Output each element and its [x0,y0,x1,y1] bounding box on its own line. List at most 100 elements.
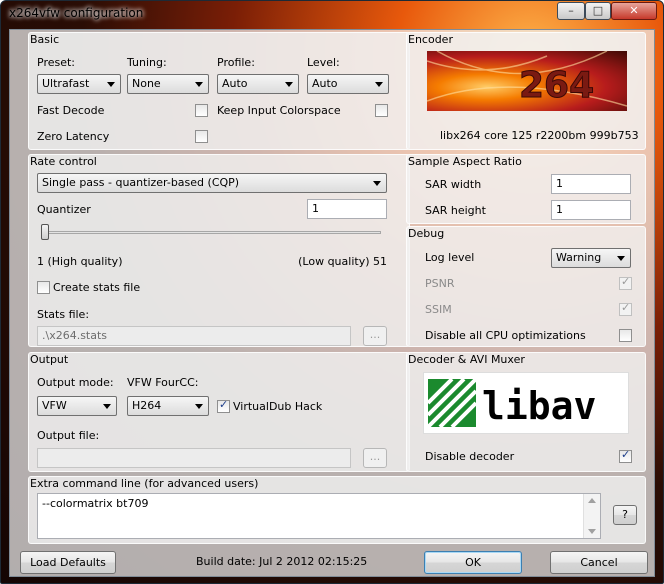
basic-group: Basic Preset: Ultrafast Tuning: None Pro… [28,32,410,150]
vdub-hack-label: VirtualDub Hack [233,400,323,413]
output-browse-button[interactable]: ... [363,448,387,468]
output-title: Output [30,353,69,366]
sar-width-field[interactable]: 1 [551,174,631,194]
sar-title: Sample Aspect Ratio [408,155,522,168]
cancel-button[interactable]: Cancel [550,551,648,574]
profile-select[interactable]: Auto [217,74,299,94]
build-date-label: Build date: Jul 2 2012 02:15:25 [196,555,368,568]
log-level-value: Warning [556,251,602,264]
preset-select[interactable]: Ultrafast [37,74,121,94]
load-defaults-button[interactable]: Load Defaults [20,551,116,574]
fourcc-label: VFW FourCC: [127,376,199,389]
tuning-select[interactable]: None [127,74,209,94]
chevron-down-icon [195,82,203,87]
ssim-label: SSIM [425,303,452,316]
chevron-down-icon [617,256,625,261]
chevron-down-icon [375,82,383,87]
disable-cpu-checkbox[interactable] [619,329,632,342]
profile-label: Profile: [217,56,255,69]
scroll-up-icon[interactable] [588,498,596,503]
encoder-group: Encoder 264 libx264 core 125 r2200bm 999… [406,32,646,150]
quantizer-slider-thumb[interactable] [41,224,49,240]
rate-mode-value: Single pass - quantizer-based (CQP) [42,176,240,189]
extra-cmdline-scrollbar[interactable] [583,494,600,538]
output-file-label: Output file: [37,429,100,442]
output-group: Output Output mode: VFW VFW FourCC: H264… [28,352,410,472]
preset-label: Preset: [37,56,76,69]
fast-decode-label: Fast Decode [37,104,105,117]
disable-cpu-label: Disable all CPU optimizations [425,329,586,342]
keep-colorspace-checkbox[interactable] [375,104,388,117]
chevron-down-icon [373,181,381,186]
vdub-hack-checkbox[interactable] [217,398,230,413]
stats-file-field[interactable]: .\x264.stats [37,326,351,346]
disable-decoder-checkbox[interactable] [619,448,632,463]
chevron-down-icon [107,82,115,87]
ssim-checkbox[interactable] [619,301,632,316]
keep-colorspace-label: Keep Input Colorspace [217,104,341,117]
sar-width-label: SAR width [425,178,482,191]
quantizer-slider-track[interactable] [41,231,381,234]
tuning-label: Tuning: [127,56,167,69]
extra-cmdline-text: --colormatrix bt709 [42,497,149,510]
decoder-title: Decoder & AVI Muxer [408,353,525,366]
psnr-label: PSNR [425,277,455,290]
dialog-client: Basic Preset: Ultrafast Tuning: None Pro… [9,29,655,577]
libav-logo-graphic: libav [426,377,596,429]
close-button[interactable]: ✕ [611,2,657,20]
decoder-group: Decoder & AVI Muxer libav Disable decode… [406,352,646,472]
fast-decode-checkbox[interactable] [195,104,208,117]
fourcc-value: H264 [132,399,162,412]
basic-title: Basic [30,33,60,46]
x264-logo: 264 [427,51,627,111]
create-stats-checkbox[interactable] [37,281,50,294]
quantizer-field[interactable]: 1 [307,199,387,219]
rate-control-title: Rate control [30,155,97,168]
help-button[interactable]: ? [613,505,637,525]
debug-title: Debug [408,227,445,240]
quantizer-max-label: (Low quality) 51 [298,255,387,268]
ok-button[interactable]: OK [424,551,522,574]
create-stats-label: Create stats file [53,281,141,294]
rate-mode-select[interactable]: Single pass - quantizer-based (CQP) [37,173,387,193]
level-select[interactable]: Auto [307,74,389,94]
extra-cmdline-input[interactable]: --colormatrix bt709 [37,493,601,539]
fourcc-select[interactable]: H264 [127,396,209,416]
sar-group: Sample Aspect Ratio SAR width 1 SAR heig… [406,154,646,224]
zero-latency-checkbox[interactable] [195,130,208,143]
sar-height-label: SAR height [425,204,486,217]
sar-height-field[interactable]: 1 [551,200,631,220]
extra-cmdline-title: Extra command line (for advanced users) [30,477,259,490]
quantizer-label: Quantizer [37,203,91,216]
profile-value: Auto [222,77,248,90]
chevron-down-icon [285,82,293,87]
output-mode-select[interactable]: VFW [37,396,117,416]
tuning-value: None [132,77,161,90]
level-value: Auto [312,77,338,90]
level-label: Level: [307,56,340,69]
extra-cmdline-group: Extra command line (for advanced users) … [28,476,646,544]
config-window: x264vfw configuration – □ ✕ Basic Preset… [0,0,664,584]
chevron-down-icon [103,404,111,409]
stats-browse-button[interactable]: ... [363,326,387,346]
debug-group: Debug Log level Warning PSNR SSIM Disabl… [406,226,646,347]
scroll-down-icon[interactable] [588,529,596,534]
output-mode-value: VFW [42,399,67,412]
encoder-title: Encoder [408,33,453,46]
disable-decoder-label: Disable decoder [425,450,515,463]
libav-logo: libav [423,372,629,434]
zero-latency-label: Zero Latency [37,130,110,143]
x264-logo-text: 264 [519,65,594,106]
title-bar[interactable]: x264vfw configuration – □ ✕ [1,1,663,29]
libav-logo-text: libav [482,384,596,428]
log-level-label: Log level [425,251,475,264]
x264-logo-graphic: 264 [427,51,627,107]
preset-value: Ultrafast [42,77,90,90]
psnr-checkbox[interactable] [619,275,632,290]
maximize-button[interactable]: □ [585,2,611,20]
minimize-button[interactable]: – [557,2,585,20]
window-title: x264vfw configuration [9,6,144,20]
output-file-field[interactable] [37,448,351,468]
log-level-select[interactable]: Warning [551,248,631,268]
quantizer-min-label: 1 (High quality) [37,255,123,268]
